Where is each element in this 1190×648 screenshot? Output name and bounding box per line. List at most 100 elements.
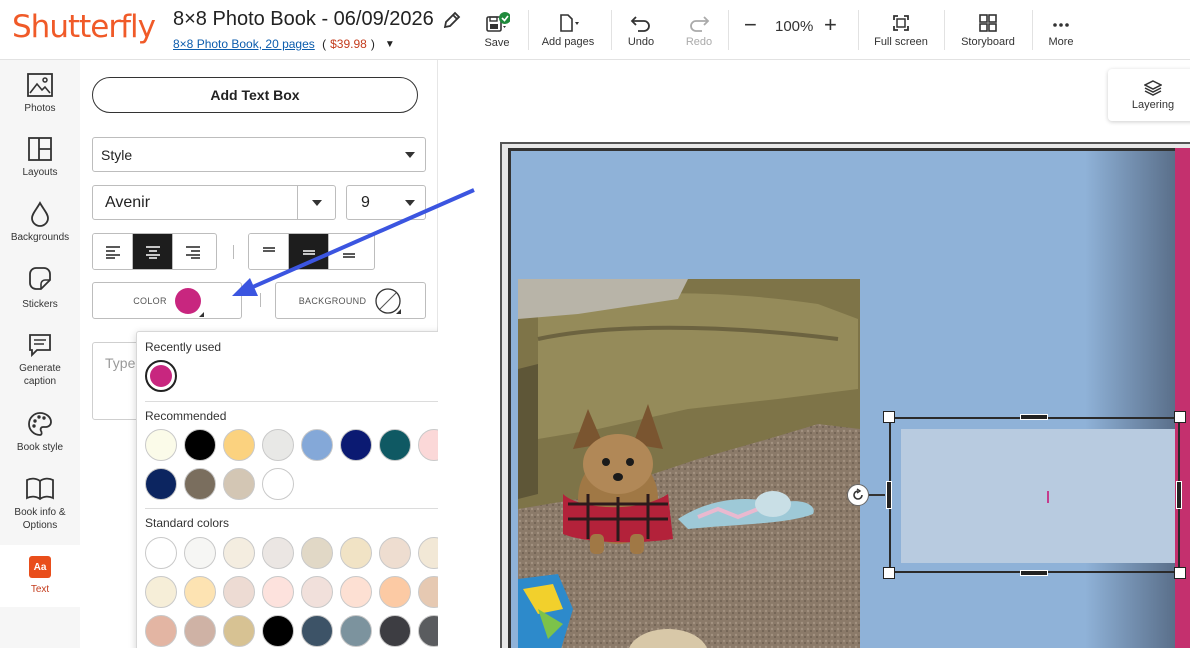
resize-handle-bottom[interactable] (1020, 570, 1048, 576)
style-select[interactable]: Style (92, 137, 426, 172)
layering-button[interactable]: Layering (1108, 69, 1190, 121)
standard-color-swatch[interactable] (145, 615, 177, 647)
edit-pencil-icon[interactable] (442, 10, 462, 30)
align-bottom-button[interactable] (329, 234, 369, 269)
sidebar-item-generate-caption[interactable]: Generate caption (0, 332, 80, 388)
align-middle-button[interactable] (289, 234, 329, 269)
book-info-label: Book info & Options (14, 507, 66, 531)
toolbar-divider (1032, 10, 1033, 50)
product-link[interactable]: 8×8 Photo Book, 20 pages (173, 37, 315, 51)
full-screen-icon (893, 14, 909, 31)
sidebar-item-stickers[interactable]: Stickers (0, 266, 80, 311)
recommended-color-swatch[interactable] (184, 429, 216, 461)
storyboard-grid-icon (979, 13, 997, 32)
toolbar-divider (944, 10, 945, 50)
recommended-color-swatch[interactable] (379, 429, 411, 461)
sidebar-item-photos[interactable]: Photos (0, 72, 80, 115)
resize-handle-top-left[interactable] (883, 411, 895, 423)
font-select[interactable]: Avenir (92, 185, 336, 220)
standard-color-swatch[interactable] (379, 615, 411, 647)
standard-color-swatch[interactable] (340, 537, 372, 569)
font-dropdown-toggle[interactable] (297, 186, 335, 219)
resize-handle-top-right[interactable] (1174, 411, 1186, 423)
redo-label: Redo (685, 35, 713, 48)
chevron-down-icon (405, 199, 415, 206)
text-box-content[interactable] (901, 429, 1175, 563)
align-left-button[interactable] (93, 234, 133, 269)
align-center-button[interactable] (133, 234, 173, 269)
sidebar-item-backgrounds[interactable]: Backgrounds (0, 201, 80, 244)
recommended-color-swatch[interactable] (145, 429, 177, 461)
standard-color-swatch[interactable] (184, 576, 216, 608)
standard-color-swatch[interactable] (223, 537, 255, 569)
font-size-select[interactable]: 9 (346, 185, 426, 220)
zoom-in-button[interactable]: + (824, 14, 837, 36)
rotate-handle[interactable] (847, 484, 869, 506)
text-background-button[interactable]: BACKGROUND (275, 282, 426, 319)
book-style-label: Book style (16, 442, 64, 453)
sidebar-item-text[interactable]: Aa Text (0, 545, 80, 607)
standard-color-swatch[interactable] (262, 615, 294, 647)
zoom-out-button[interactable]: − (744, 14, 757, 36)
resize-handle-top[interactable] (1020, 414, 1048, 420)
resize-handle-bottom-right[interactable] (1174, 567, 1186, 579)
full-screen-button[interactable]: Full screen (872, 0, 930, 60)
standard-color-swatch[interactable] (184, 537, 216, 569)
standard-color-swatch[interactable] (379, 537, 411, 569)
align-top-button[interactable] (249, 234, 289, 269)
sidebar-item-book-style[interactable]: Book style (0, 411, 80, 454)
standard-color-swatch[interactable] (379, 576, 411, 608)
standard-color-swatch[interactable] (145, 576, 177, 608)
chevron-down-icon (405, 151, 415, 158)
recommended-color-swatch[interactable] (223, 468, 255, 500)
storyboard-button[interactable]: Storyboard (958, 0, 1018, 60)
align-right-button[interactable] (173, 234, 213, 269)
palette-icon (28, 412, 52, 436)
standard-color-swatch[interactable] (262, 576, 294, 608)
save-button[interactable]: Save (482, 0, 512, 60)
recommended-color-swatch[interactable] (145, 468, 177, 500)
color-picker-popup: Recently used Recommended Standard color… (136, 331, 478, 648)
recommended-color-swatch[interactable] (301, 429, 333, 461)
text-color-button[interactable]: COLOR (92, 282, 242, 319)
font-select-value: Avenir (105, 193, 151, 211)
product-dropdown-icon[interactable]: ▼ (385, 39, 395, 50)
standard-color-swatch[interactable] (184, 615, 216, 647)
dog-photo[interactable] (518, 279, 860, 648)
recent-color-swatch[interactable] (145, 360, 177, 392)
layouts-label: Layouts (22, 167, 58, 178)
standard-color-swatch[interactable] (340, 615, 372, 647)
price-close-paren: ) (370, 37, 375, 51)
standard-color-swatch[interactable] (301, 576, 333, 608)
resize-handle-right[interactable] (1176, 481, 1182, 509)
standard-color-swatch[interactable] (340, 576, 372, 608)
undo-button[interactable]: Undo (622, 0, 660, 60)
sidebar-item-layouts[interactable]: Layouts (0, 136, 80, 179)
recommended-color-swatch[interactable] (262, 468, 294, 500)
rotate-connector (869, 494, 885, 496)
standard-colors-label: Standard colors (145, 516, 230, 530)
shutterfly-logo[interactable]: Shutterfly (12, 9, 156, 45)
document-title[interactable]: 8×8 Photo Book - 06/09/2026 (173, 8, 434, 31)
standard-color-swatch[interactable] (145, 537, 177, 569)
resize-handle-bottom-left[interactable] (883, 567, 895, 579)
add-pages-button[interactable]: Add pages (538, 0, 598, 60)
standard-color-swatch[interactable] (301, 615, 333, 647)
standard-color-swatch[interactable] (262, 537, 294, 569)
left-sidebar: Photos Layouts Backgrounds Stickers Gene… (0, 60, 80, 648)
add-text-box-button[interactable]: Add Text Box (92, 77, 418, 113)
sidebar-item-book-info[interactable]: Book info & Options (0, 476, 80, 532)
recommended-color-swatch[interactable] (340, 429, 372, 461)
recommended-color-swatch[interactable] (262, 429, 294, 461)
recommended-label: Recommended (145, 409, 227, 423)
redo-button[interactable]: Redo (680, 0, 718, 60)
recommended-color-swatch[interactable] (223, 429, 255, 461)
resize-handle-left[interactable] (886, 481, 892, 509)
current-color-swatch (174, 287, 204, 317)
selected-text-box[interactable] (889, 417, 1180, 573)
standard-color-swatch[interactable] (223, 576, 255, 608)
recommended-color-swatch[interactable] (184, 468, 216, 500)
more-button[interactable]: More (1044, 0, 1078, 60)
standard-color-swatch[interactable] (301, 537, 333, 569)
standard-color-swatch[interactable] (223, 615, 255, 647)
